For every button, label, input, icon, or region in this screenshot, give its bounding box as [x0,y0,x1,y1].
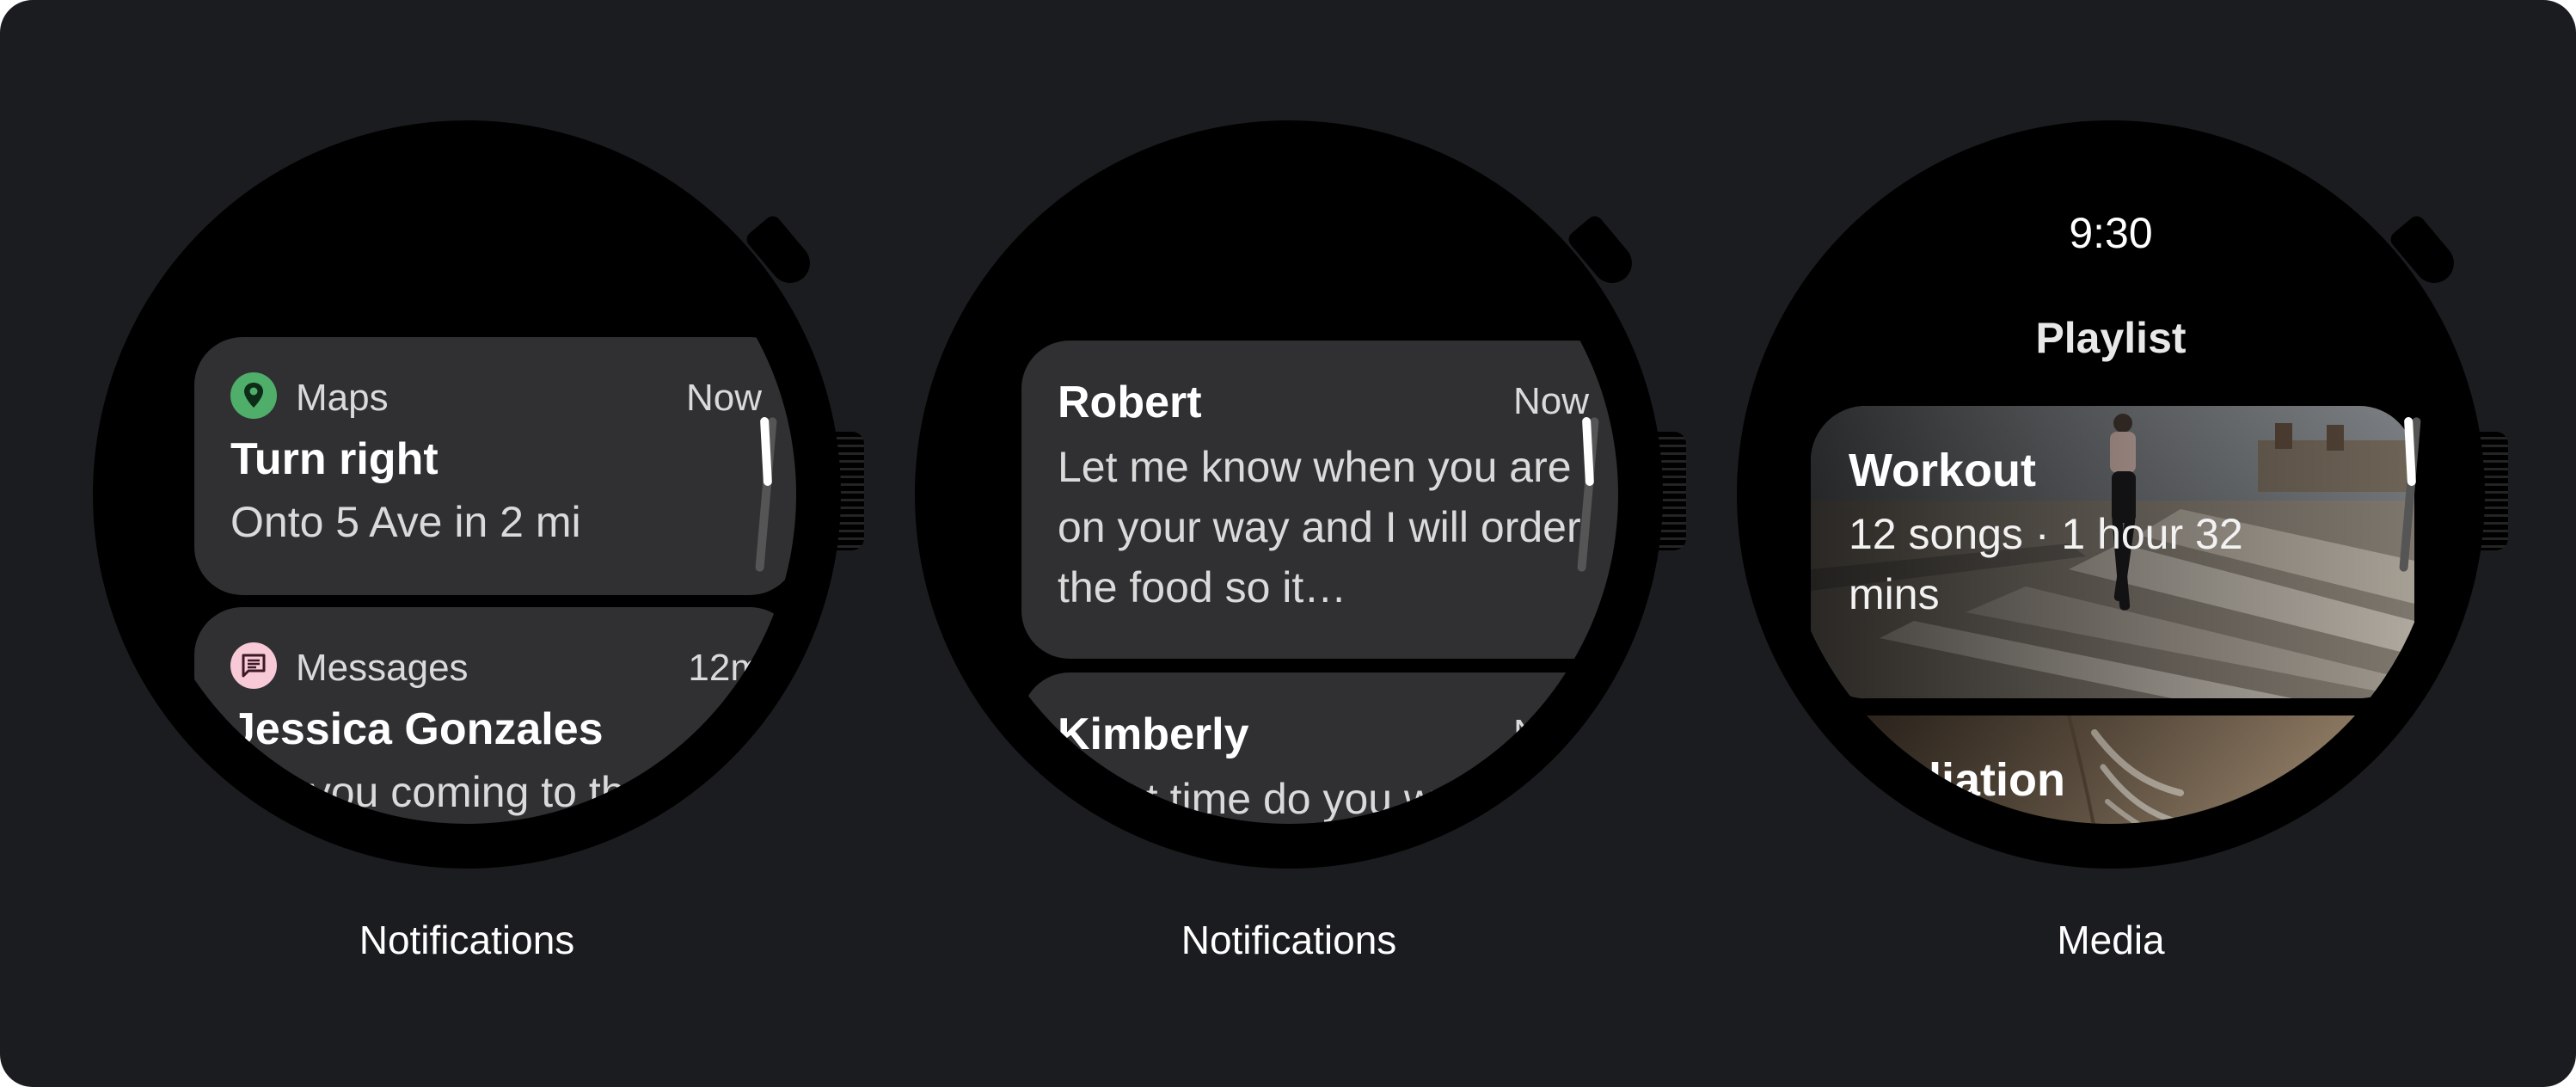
showcase-panel: Maps Now Turn right Onto 5 Ave in 2 mi M… [0,0,2576,1087]
notification-time: Now [1512,380,1589,422]
notification-time: Now [1512,712,1589,754]
map-pin-icon [230,372,277,419]
notification-card-kimberly[interactable]: Kimberly Now What time do you want to co… [1021,672,1618,824]
notification-card-robert[interactable]: Robert Now Let me know when you are on y… [1021,341,1618,659]
watch-screen: Maps Now Turn right Onto 5 Ave in 2 mi M… [138,165,796,824]
notification-time: Now [685,377,762,419]
playlist-subtitle: 12 songs · 1 hour 32 mins [1849,510,2243,618]
playlist-card-workout[interactable]: Workout 12 songs · 1 hour 32 mins [1811,406,2414,698]
app-name: Messages [296,647,469,689]
watch-screen: 9:30 Playlist Workout 12 songs · 1 hour … [1782,165,2440,824]
notification-title: Kimberly [1058,709,1249,759]
playlist-title: Mediation [1849,754,2065,806]
app-name: Maps [296,377,389,419]
clock-time: 9:30 [2069,209,2153,257]
watch-notifications-2: Robert Now Let me know when you are on y… [915,120,1686,869]
notification-body: Let me know when you are on your way and… [1058,443,1581,611]
notification-time: 12m [688,647,762,689]
playlist-card-mediation[interactable]: Mediation 4 songs · 28 mins [1811,715,2414,824]
notification-title: Jessica Gonzales [230,704,604,754]
playlist-subtitle: 4 songs · 28 mins [1849,814,2285,824]
watch-screen: Robert Now Let me know when you are on y… [960,165,1618,824]
notification-title: Robert [1058,378,1202,427]
notification-card-maps[interactable]: Maps Now Turn right Onto 5 Ave in 2 mi [194,337,796,595]
playlist-title: Workout [1849,445,2036,496]
notification-body: Onto 5 Ave in 2 mi [230,498,581,546]
watch-caption: Media [2057,918,2165,962]
watch-caption: Notifications [1181,918,1397,962]
notification-title: Turn right [230,434,439,484]
notification-card-messages[interactable]: Messages 12m Jessica Gonzales Are you co… [194,607,796,824]
watch-media: 9:30 Playlist Workout 12 songs · 1 hour … [1737,120,2508,869]
list-title: Playlist [2035,314,2187,362]
message-icon [230,642,277,689]
watch-notifications-1: Maps Now Turn right Onto 5 Ave in 2 mi M… [93,120,864,869]
notification-body: Are you coming to the party next [230,768,757,816]
notification-body: What time do you want to come over? [1058,775,1543,823]
watch-caption: Notifications [359,918,575,962]
